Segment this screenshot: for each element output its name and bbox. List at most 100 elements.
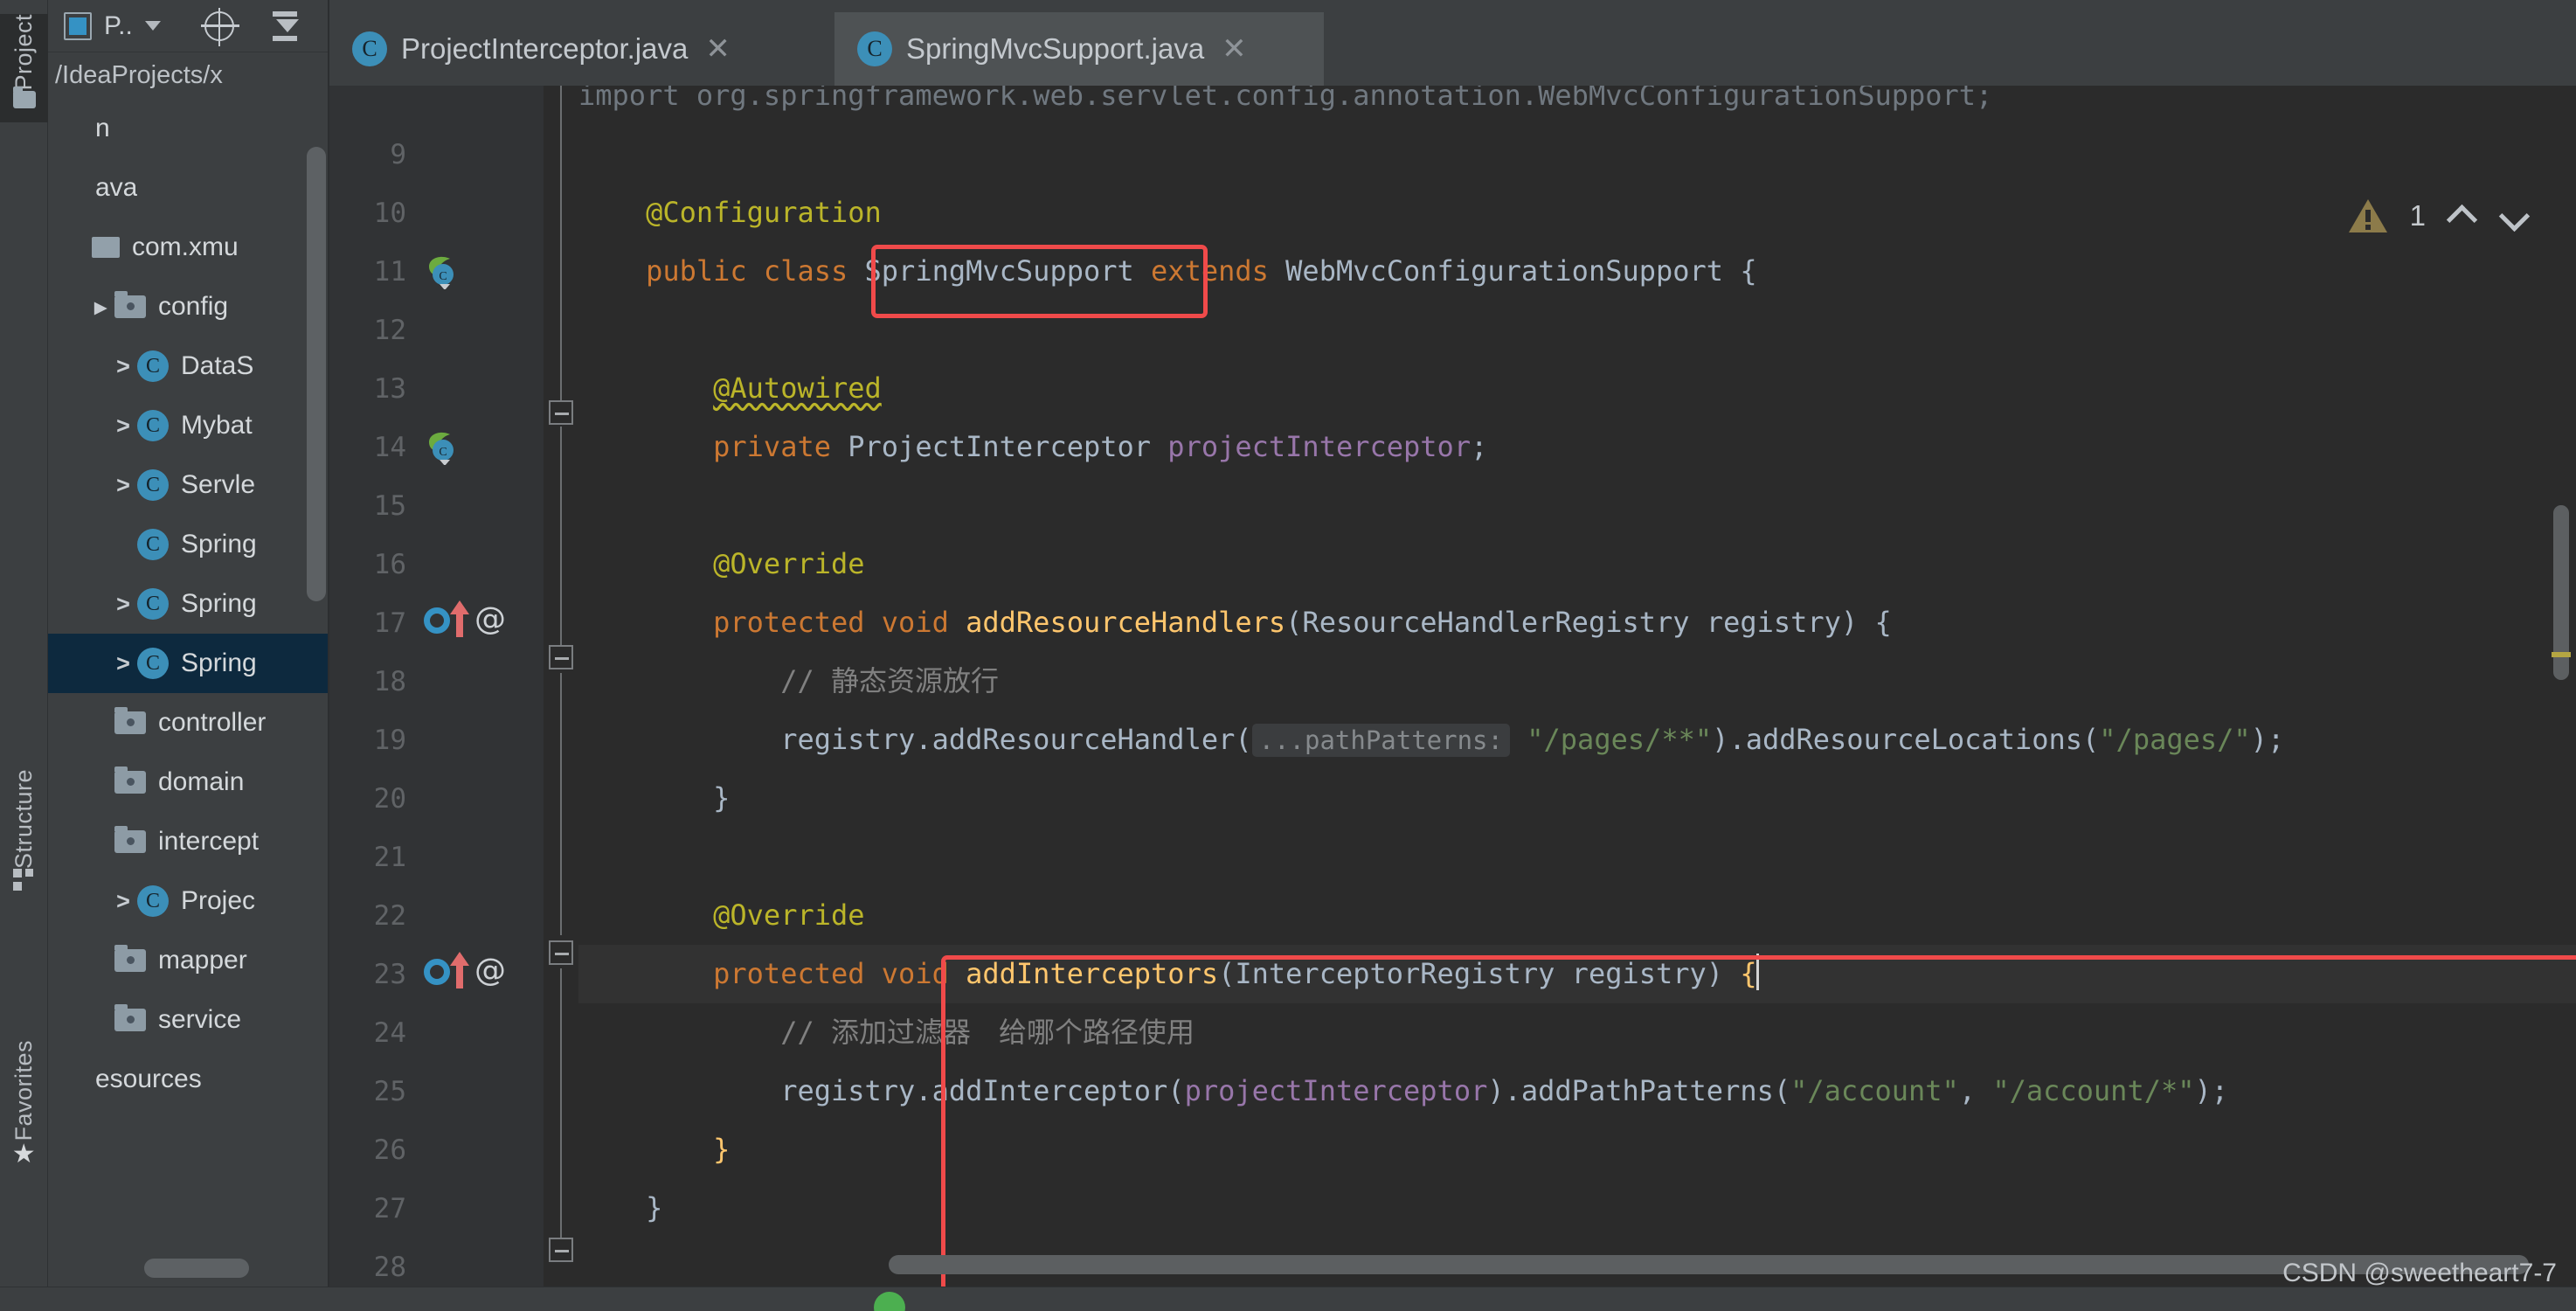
gutter-markers — [406, 1179, 537, 1238]
project-tree-item[interactable]: >n — [48, 99, 329, 158]
code-token-kw: protected — [713, 606, 865, 639]
project-tree-item[interactable]: > ava — [48, 158, 329, 218]
code-line[interactable]: registry.addInterceptor(projectIntercept… — [578, 1062, 2576, 1120]
gutter-line[interactable]: 21 — [329, 828, 544, 886]
fold-toggle[interactable] — [549, 940, 573, 965]
gutter-line[interactable]: 16 — [329, 535, 544, 593]
gutter-line[interactable]: 24 — [329, 1003, 544, 1062]
tool-window-button-project[interactable]: Project — [0, 14, 48, 122]
project-tree-item[interactable]: >C Spring — [48, 634, 329, 693]
code-line[interactable]: // 静态资源放行 — [578, 652, 2576, 711]
gutter-line[interactable]: 11 C — [329, 242, 544, 301]
chevron-up-icon[interactable] — [2448, 207, 2478, 225]
close-icon[interactable]: ✕ — [1222, 34, 1247, 64]
project-tree-item[interactable]: > C Mybat — [48, 396, 329, 455]
project-tree-item[interactable]: > controller — [48, 693, 329, 753]
project-tree-item[interactable]: > esources — [48, 1050, 329, 1109]
code-line[interactable]: @Configuration — [578, 184, 2576, 242]
gutter-line[interactable]: 23 @ — [329, 945, 544, 1003]
project-vertical-scrollbar[interactable] — [307, 147, 326, 601]
warning-triangle-icon[interactable] — [2348, 199, 2387, 232]
code-line[interactable]: registry.addResourceHandler(...pathPatte… — [578, 711, 2576, 769]
override-method-icon[interactable] — [424, 607, 450, 634]
target-icon[interactable] — [200, 7, 239, 46]
tool-window-button-favorites[interactable]: Favorites ★ — [0, 1040, 48, 1173]
code-line[interactable]: private ProjectInterceptor projectInterc… — [578, 418, 2576, 476]
gutter-line[interactable]: 26 — [329, 1120, 544, 1179]
code-token-cmt: // 静态资源放行 — [780, 664, 999, 697]
warning-marker[interactable] — [2552, 652, 2571, 657]
gutter-line[interactable]: 22 — [329, 886, 544, 945]
project-tree-item[interactable]: > intercept — [48, 812, 329, 871]
expand-arrow-icon[interactable]: > — [109, 591, 137, 618]
annotation-gutter-icon[interactable]: @ — [474, 604, 506, 635]
code-line[interactable]: protected void addResourceHandlers(Resou… — [578, 593, 2576, 652]
project-tree-item[interactable]: > C Servle — [48, 455, 329, 515]
spring-bean-icon[interactable]: C — [424, 428, 460, 466]
gutter-line[interactable]: 27 — [329, 1179, 544, 1238]
editor-gutter[interactable]: 9 10 11 C 12 13 14 C 15 16 17 @18 19 20 21 22 23 @24 25 26 2… — [329, 86, 544, 1287]
annotation-gutter-icon[interactable]: @ — [474, 955, 506, 987]
code-line[interactable]: @Autowired — [578, 359, 2576, 418]
code-line[interactable]: } — [578, 1120, 2576, 1179]
code-folding-column[interactable] — [544, 86, 578, 1287]
code-line[interactable]: } — [578, 769, 2576, 828]
gutter-line[interactable]: 25 — [329, 1062, 544, 1120]
gutter-line[interactable]: 17 @ — [329, 593, 544, 652]
collapse-all-icon[interactable] — [272, 10, 299, 41]
project-tree-item[interactable]: > mapper — [48, 931, 329, 990]
expand-arrow-icon[interactable]: > — [109, 650, 137, 677]
project-tree-item[interactable]: > C Projec — [48, 871, 329, 931]
implementing-method-arrow-icon[interactable] — [450, 952, 469, 988]
code-line[interactable]: } — [578, 1179, 2576, 1238]
editor-tab-spring-mvc-support[interactable]: C SpringMvcSupport.java ✕ — [834, 12, 1324, 93]
gutter-line[interactable]: 15 — [329, 476, 544, 535]
chevron-down-icon[interactable] — [2501, 207, 2531, 225]
expand-arrow-icon[interactable]: > — [109, 472, 137, 499]
implementing-method-arrow-icon[interactable] — [450, 600, 469, 637]
code-line[interactable]: // 添加过滤器 给哪个路径使用 — [578, 1003, 2576, 1062]
chevron-down-icon[interactable] — [144, 21, 161, 31]
project-tree-item[interactable]: > com.xmu — [48, 218, 329, 277]
fold-toggle[interactable] — [549, 400, 573, 425]
code-line[interactable] — [578, 828, 2576, 886]
gutter-line[interactable]: 19 — [329, 711, 544, 769]
code-line[interactable]: public class SpringMvcSupport extends We… — [578, 242, 2576, 301]
code-line[interactable] — [578, 125, 2576, 184]
project-tree-item[interactable]: ▸ config — [48, 277, 329, 336]
code-line[interactable]: protected void addInterceptors(Intercept… — [578, 945, 2576, 1003]
gutter-line[interactable]: 9 — [329, 125, 544, 184]
close-icon[interactable]: ✕ — [705, 34, 731, 64]
gutter-line[interactable]: 10 — [329, 184, 544, 242]
gutter-line[interactable]: 20 — [329, 769, 544, 828]
spring-bean-icon[interactable]: C — [424, 253, 460, 290]
gutter-line[interactable]: 18 — [329, 652, 544, 711]
code-editor[interactable]: 9 10 11 C 12 13 14 C 15 16 17 @18 19 20 21 22 23 @24 25 26 2… — [329, 86, 2576, 1292]
code-text-area[interactable]: import org.springframework.web.servlet.c… — [578, 86, 2576, 1287]
expand-arrow-icon[interactable]: > — [109, 413, 137, 440]
tool-window-button-structure[interactable]: Structure — [0, 769, 48, 897]
project-tree[interactable]: >n>ava>com.xmu▸config>CDataS>CMybat>CSer… — [48, 99, 329, 1109]
project-tree-item[interactable]: > service — [48, 990, 329, 1050]
gutter-line[interactable]: 14 C — [329, 418, 544, 476]
project-tree-item[interactable]: > domain — [48, 753, 329, 812]
project-horizontal-scrollbar[interactable] — [144, 1259, 249, 1278]
gutter-line[interactable]: 12 — [329, 301, 544, 359]
code-line[interactable]: import org.springframework.web.servlet.c… — [578, 86, 2576, 125]
gutter-line[interactable] — [329, 66, 544, 125]
code-line[interactable] — [578, 476, 2576, 535]
expand-arrow-icon[interactable]: > — [109, 353, 137, 380]
expand-arrow-icon[interactable]: ▸ — [87, 294, 114, 321]
override-method-icon[interactable] — [424, 959, 450, 985]
code-line[interactable]: @Override — [578, 886, 2576, 945]
project-tree-item[interactable]: >C Spring — [48, 574, 329, 634]
gutter-line[interactable]: 13 — [329, 359, 544, 418]
expand-arrow-icon[interactable]: > — [109, 888, 137, 915]
project-tree-item[interactable]: >C Spring — [48, 515, 329, 574]
fold-toggle[interactable] — [549, 645, 573, 669]
inspection-widget[interactable]: 1 — [2348, 199, 2531, 232]
project-tree-item[interactable]: > C DataS — [48, 336, 329, 396]
code-line[interactable] — [578, 301, 2576, 359]
code-line[interactable]: @Override — [578, 535, 2576, 593]
fold-toggle[interactable] — [549, 1238, 573, 1262]
